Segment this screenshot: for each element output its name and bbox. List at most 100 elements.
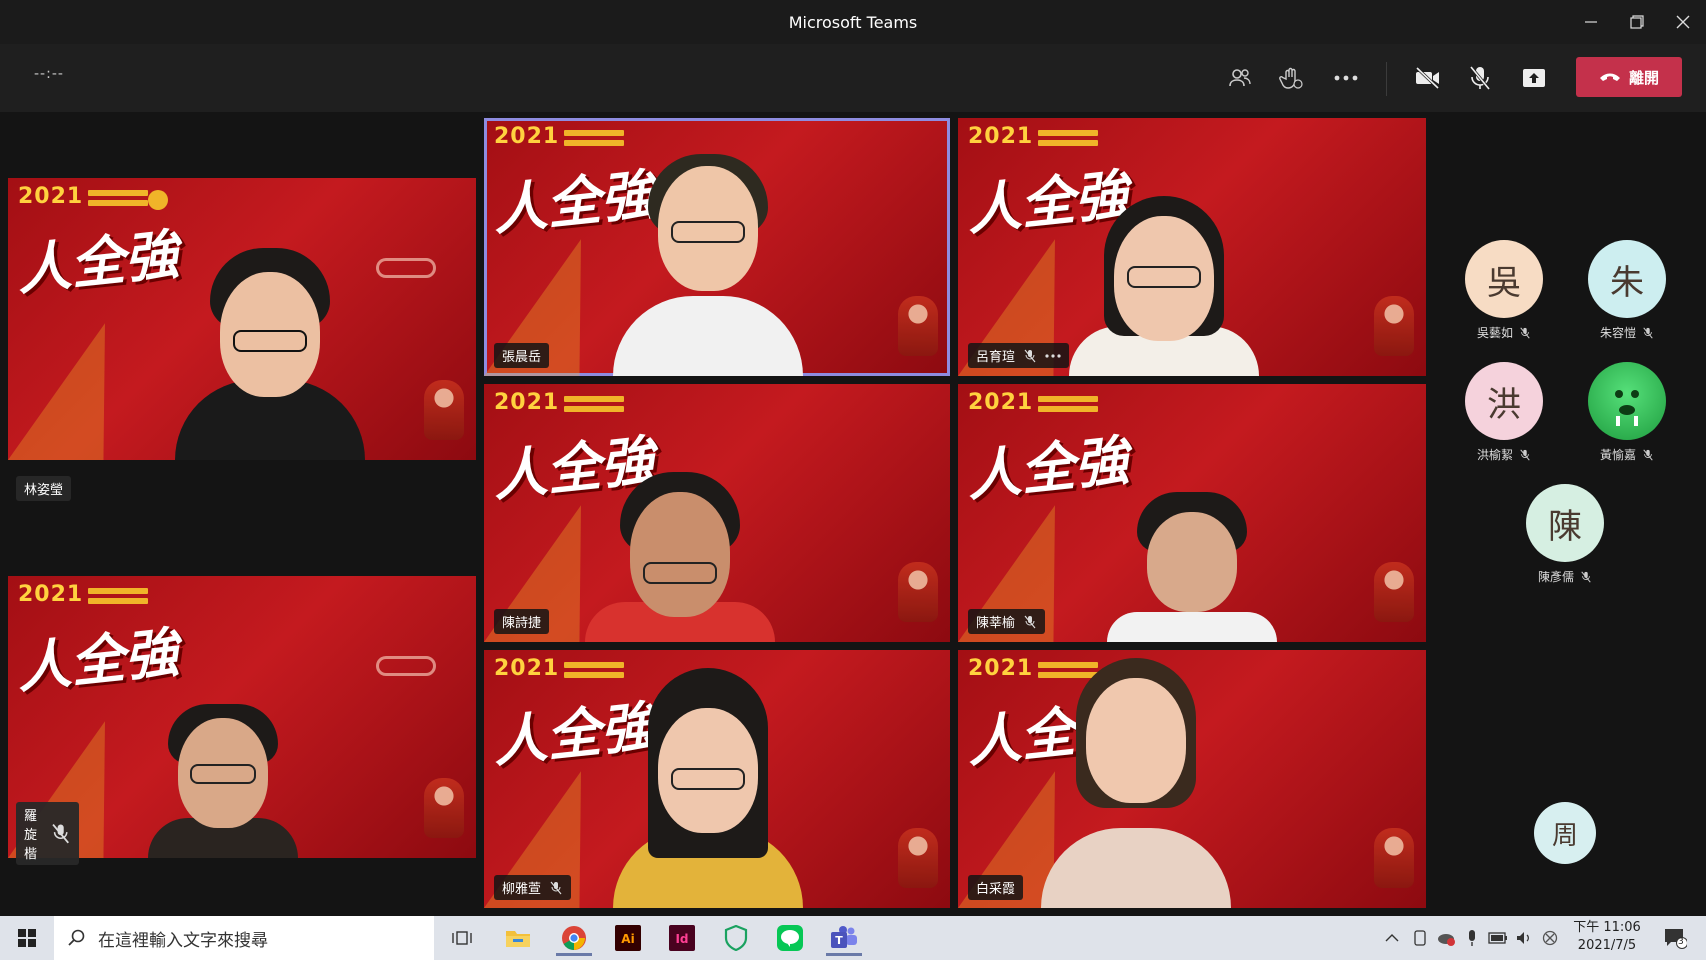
participant-video (1059, 196, 1269, 376)
background-cloud (376, 258, 436, 278)
tray-connection[interactable] (1540, 928, 1560, 948)
reactions-button[interactable] (1272, 58, 1312, 98)
minimize-button[interactable] (1568, 0, 1614, 44)
background-figure (898, 562, 938, 622)
background-figure (1374, 562, 1414, 622)
roster-item-hong[interactable]: 洪 洪榆絜 (1449, 362, 1559, 463)
illustrator-icon: Ai (615, 925, 641, 951)
taskbar-teams[interactable]: T (822, 920, 866, 956)
participant-name: 柳雅萱 (502, 882, 542, 897)
tray-battery[interactable] (1488, 928, 1508, 948)
video-tile-lu[interactable]: 2021 人全強 呂育瑄 (958, 118, 1426, 376)
task-view-button[interactable] (440, 920, 484, 956)
roster-name: 洪榆絜 (1476, 448, 1513, 462)
meeting-stage: 2021 人全強 林姿瑩 2021 人全強 羅旋楷 2021 人全強 張晨岳 2… (0, 112, 1706, 916)
start-button[interactable] (0, 916, 54, 960)
background-banner (88, 190, 148, 210)
name-tag-liu: 柳雅萱 (494, 875, 572, 900)
taskbar-clock[interactable]: 下午 11:06 2021/7/5 (1566, 919, 1648, 955)
camera-toggle-button[interactable] (1408, 58, 1448, 98)
close-window-button[interactable] (1660, 0, 1706, 44)
background-banner (564, 396, 624, 416)
window-title: Microsoft Teams (788, 12, 918, 32)
notification-count: 3 (1678, 937, 1684, 947)
background-year: 2021 (18, 184, 84, 209)
share-screen-button[interactable] (1514, 58, 1554, 98)
background-year: 2021 (18, 582, 84, 607)
show-participants-button[interactable] (1220, 58, 1260, 98)
mic-toggle-button[interactable] (1460, 58, 1500, 98)
video-tile-liu[interactable]: 2021 人全強 柳雅萱 (484, 650, 950, 908)
mic-muted-icon (1024, 349, 1036, 362)
tray-microphone[interactable] (1462, 928, 1482, 948)
show-hidden-icons-button[interactable] (1382, 928, 1402, 948)
taskbar-illustrator[interactable]: Ai (606, 920, 650, 956)
tray-network-status[interactable] (1436, 928, 1456, 948)
title-bar: Microsoft Teams (0, 0, 1706, 44)
avatar: 周 (1534, 802, 1596, 864)
action-center-button[interactable]: 3 (1660, 928, 1690, 949)
svg-text:Ai: Ai (621, 932, 634, 946)
meeting-timer: --:-- (34, 66, 64, 82)
roster-item-zhu[interactable]: 朱 朱容愷 (1572, 240, 1682, 341)
background-figure (1374, 296, 1414, 356)
background-figure (1374, 828, 1414, 888)
more-icon (1334, 75, 1358, 81)
mic-muted-icon (1520, 327, 1530, 338)
background-figure (898, 296, 938, 356)
restore-button[interactable] (1614, 0, 1660, 44)
video-tile-lin[interactable]: 2021 人全強 (8, 178, 476, 460)
background-sun (148, 190, 168, 210)
device-icon (1414, 930, 1426, 946)
video-tile-chen-xin[interactable]: 2021 人全強 陳莘榆 (958, 384, 1426, 642)
taskbar-chrome[interactable] (552, 920, 596, 956)
shield-icon (724, 925, 748, 951)
restore-icon (1630, 15, 1644, 29)
taskbar-indesign[interactable]: Id (660, 920, 704, 956)
name-tag-bai: 白采霞 (968, 875, 1024, 900)
name-tag-chen-shi: 陳詩捷 (494, 609, 550, 634)
background-cloud (376, 656, 436, 676)
more-actions-button[interactable] (1326, 58, 1366, 98)
windows-logo-icon (18, 929, 36, 947)
roster-item-huang[interactable]: 黃愉嘉 (1572, 362, 1682, 463)
video-tile-zhang[interactable]: 2021 人全強 張晨岳 (484, 118, 950, 376)
taskbar-file-explorer[interactable] (496, 920, 540, 956)
tray-volume[interactable] (1514, 928, 1534, 948)
leave-meeting-button[interactable]: 離開 (1576, 57, 1682, 97)
name-tag-luo: 羅旋楷 (16, 802, 80, 865)
more-options-icon[interactable] (1045, 353, 1061, 359)
mic-muted-icon (1643, 449, 1653, 460)
hang-up-icon (1599, 73, 1620, 81)
roster-name-row: 黃愉嘉 (1572, 446, 1682, 463)
participant-video (603, 668, 813, 908)
video-tile-bai[interactable]: 2021 人全強 白采霞 (958, 650, 1426, 908)
participant-name: 陳詩捷 (502, 616, 542, 631)
leave-label: 離開 (1628, 68, 1659, 87)
video-tile-chen-shi[interactable]: 2021 人全強 陳詩捷 (484, 384, 950, 642)
name-tag-chen-xin: 陳莘榆 (968, 609, 1046, 634)
roster-name-row: 吳藝如 (1449, 324, 1559, 341)
roster-item-zhou[interactable]: 周 (1510, 802, 1620, 864)
taskbar-line[interactable] (768, 920, 812, 956)
taskbar-search[interactable]: 在這裡輸入文字來搜尋 (54, 916, 434, 960)
participant-name: 呂育瑄 (976, 350, 1016, 365)
window-controls (1568, 0, 1706, 44)
search-icon (68, 929, 85, 946)
mic-muted-icon (1024, 615, 1036, 628)
background-banner (88, 588, 148, 608)
raise-hand-icon (1279, 67, 1303, 89)
mic-muted-icon (550, 881, 562, 894)
roster-name: 黃愉嘉 (1599, 448, 1636, 462)
roster-item-wu[interactable]: 吳 吳藝如 (1449, 240, 1559, 341)
svg-text:T: T (835, 934, 843, 947)
roster-item-chen-yan[interactable]: 陳 陳彥儒 (1510, 484, 1620, 585)
share-icon (1523, 69, 1545, 87)
svg-text:Id: Id (675, 932, 688, 946)
tray-device[interactable] (1410, 928, 1430, 948)
mic-muted-icon (1520, 449, 1530, 460)
taskbar-security-app[interactable] (714, 920, 758, 956)
participant-video (1102, 482, 1282, 642)
camera-off-icon (1415, 66, 1440, 90)
background-figure (424, 380, 464, 440)
